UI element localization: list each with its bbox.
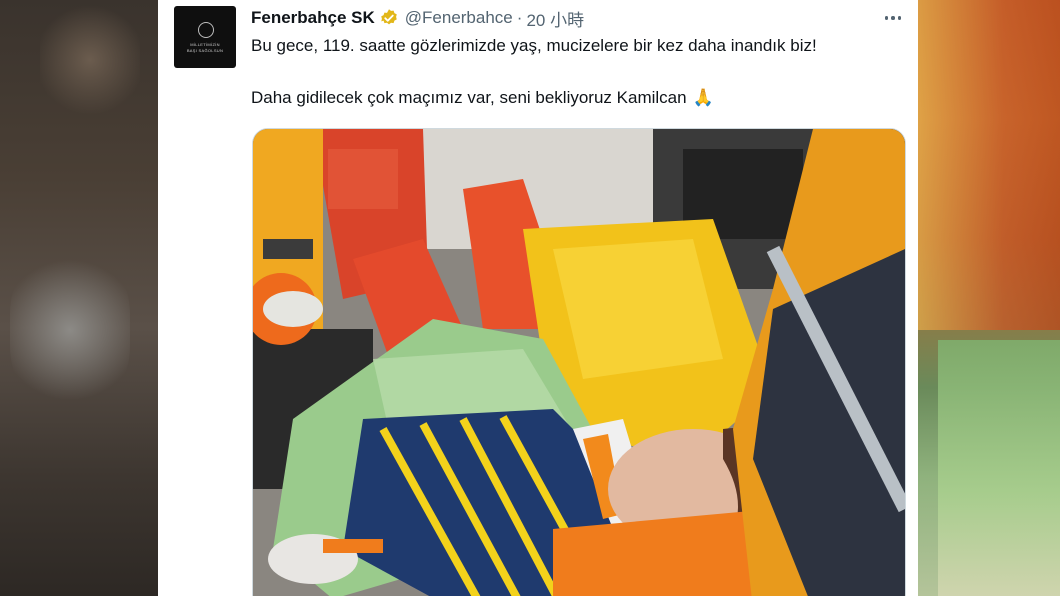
avatar-caption-line2: BAŞI SAĞOLSUN (186, 48, 224, 53)
tweet-card: MİLLETİMİZİN BAŞI SAĞOLSUN Fenerbahçe SK… (158, 0, 918, 596)
user-handle[interactable]: @Fenerbahce (405, 8, 513, 28)
avatar[interactable]: MİLLETİMİZİN BAŞI SAĞOLSUN (174, 6, 236, 68)
tweet-text-line2-body: Daha gidilecek çok maçımız var, seni bek… (251, 88, 687, 107)
tweet-text-line2: Daha gidilecek çok maçımız var, seni bek… (251, 88, 714, 108)
club-emblem-icon (198, 22, 214, 38)
tweet-text-line1: Bu gece, 119. saatte gözlerimizde yaş, m… (251, 36, 817, 55)
blurred-backdrop-left (0, 0, 158, 596)
tweet-header: Fenerbahçe SK @Fenerbahce · 20 小時 (251, 6, 584, 31)
display-name[interactable]: Fenerbahçe SK (251, 8, 375, 28)
timestamp[interactable]: 20 小時 (526, 6, 584, 31)
folded-hands-emoji: 🙏 (692, 88, 714, 107)
more-options-icon[interactable] (880, 8, 906, 28)
avatar-caption-line1: MİLLETİMİZİN (190, 42, 220, 47)
verified-badge-icon (379, 8, 399, 28)
rescue-photo-illustration (253, 129, 905, 596)
separator-dot: · (516, 8, 523, 27)
blurred-backdrop-right (918, 0, 1060, 596)
tweet-photo[interactable] (252, 128, 906, 596)
